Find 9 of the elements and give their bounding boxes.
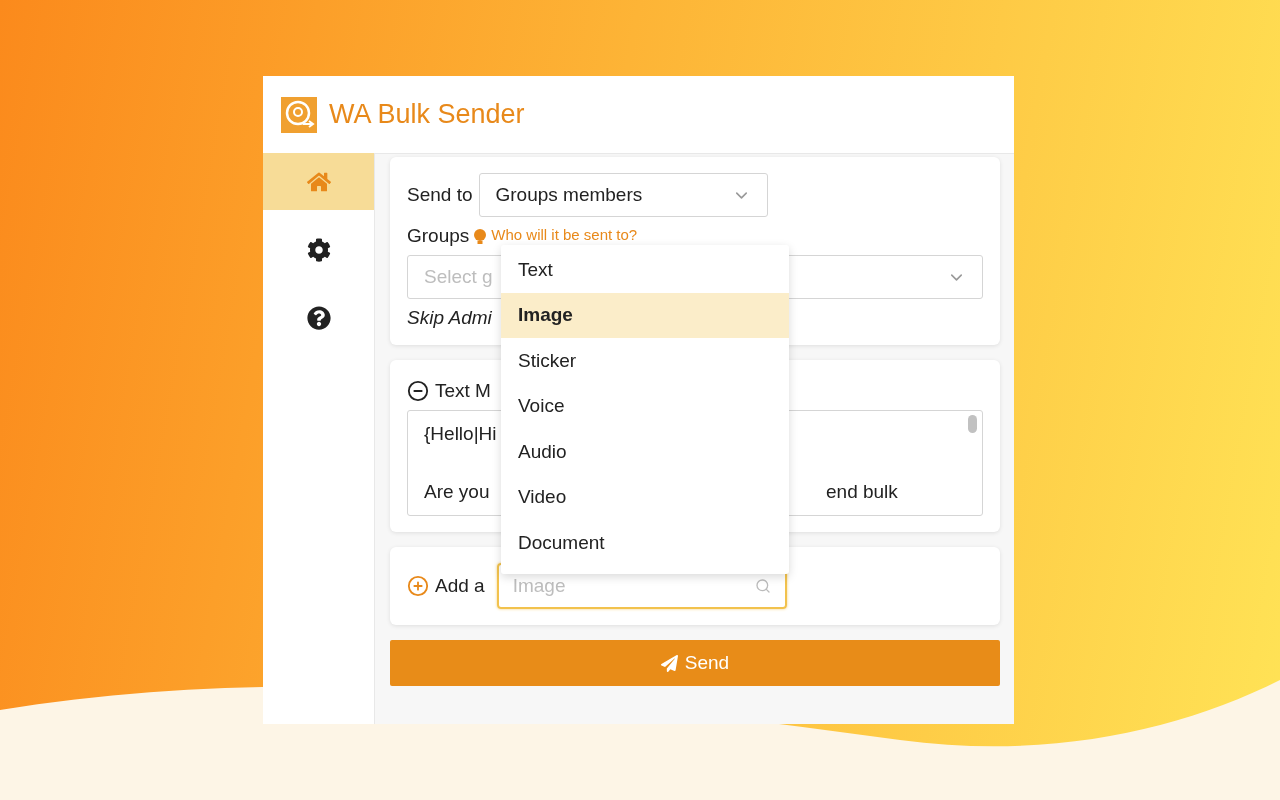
add-label: Add a (435, 575, 485, 597)
message-text: end bulk (826, 480, 898, 503)
message-text: Are you (424, 480, 490, 503)
send-to-label: Send to (407, 184, 473, 206)
skip-admins-label: Skip Admi (407, 307, 492, 329)
groups-label: Groups (407, 225, 470, 247)
app-title: WA Bulk Sender (329, 99, 525, 130)
message-text: {Hello|Hi (424, 423, 497, 446)
message-title: Text M (435, 380, 491, 402)
